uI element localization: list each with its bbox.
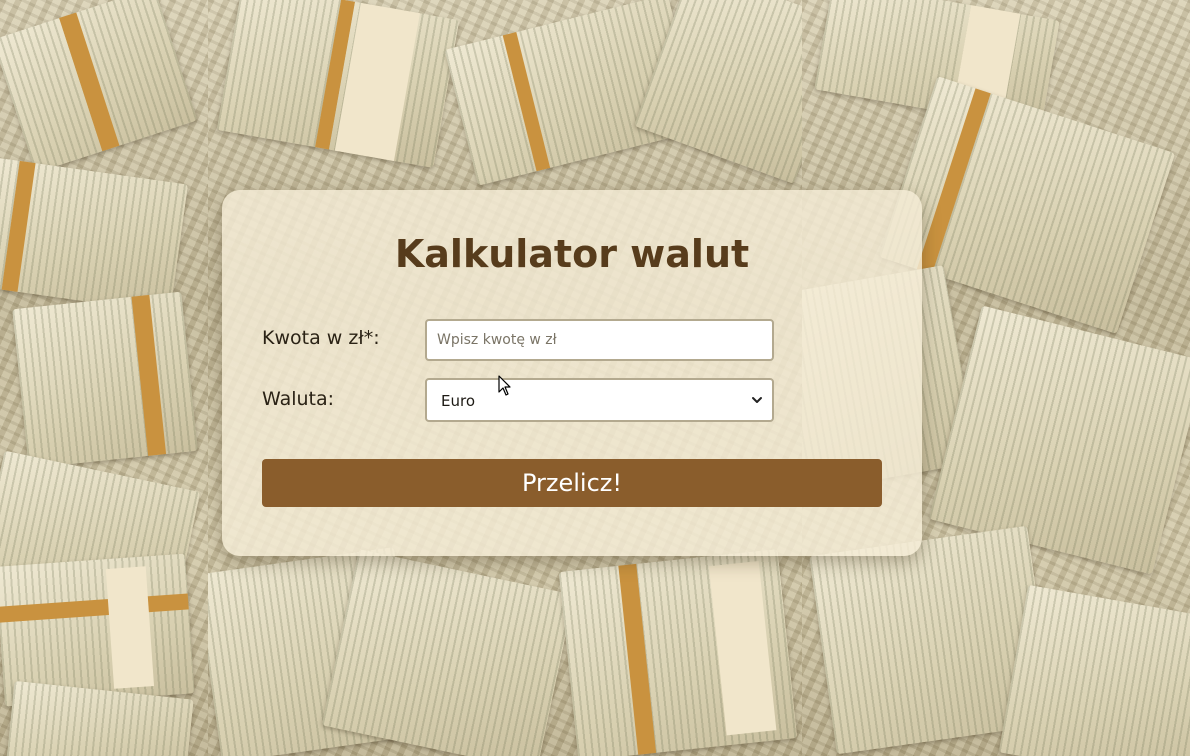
mouse-cursor-icon	[498, 375, 511, 396]
background-tile	[0, 0, 208, 756]
chevron-down-icon	[752, 397, 762, 403]
currency-select[interactable]: Euro	[425, 378, 774, 422]
convert-button[interactable]: Przelicz!	[262, 459, 882, 507]
currency-select-value: Euro	[441, 392, 475, 410]
page-title: Kalkulator walut	[394, 232, 750, 276]
amount-label: Kwota w zł*:	[262, 327, 380, 349]
currency-label: Waluta:	[262, 388, 335, 410]
amount-input[interactable]	[425, 319, 774, 361]
